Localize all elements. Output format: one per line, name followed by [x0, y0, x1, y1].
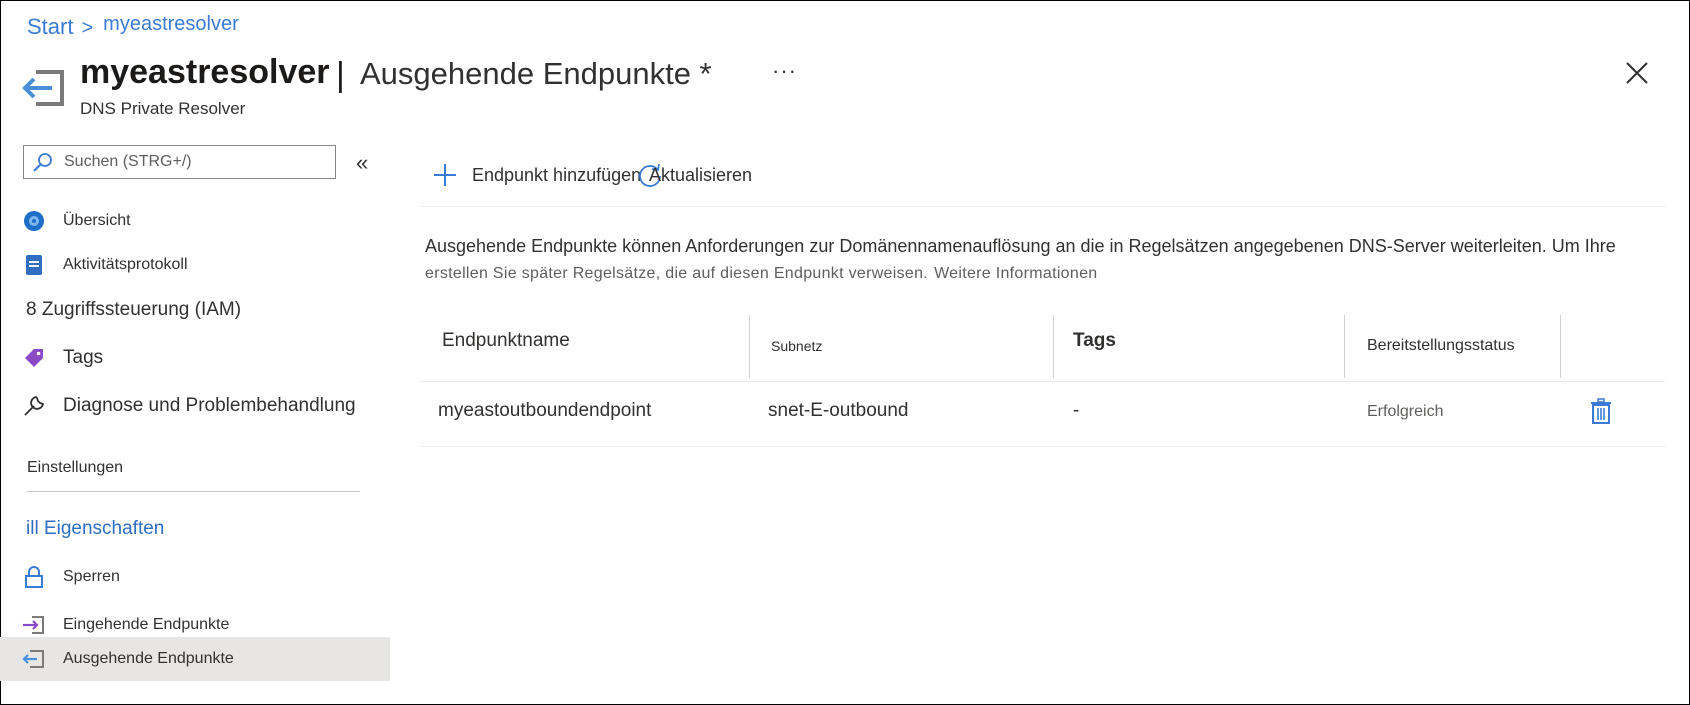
breadcrumb: Start > myeastresolver	[27, 13, 239, 40]
search-icon	[33, 153, 52, 172]
sidebar-item-label: Sperren	[63, 568, 120, 585]
sidebar-item-label: Ausgehende Endpunkte	[63, 650, 234, 667]
column-header-subnet[interactable]: Subnetz	[771, 338, 822, 354]
row-divider	[420, 446, 1665, 447]
outbound-endpoint-icon	[22, 650, 44, 668]
sidebar-item-iam[interactable]: 8 Zugriffssteuerung (IAM)	[0, 288, 390, 332]
sidebar-item-locks[interactable]: Sperren	[0, 555, 390, 599]
sidebar-item-tags[interactable]: Tags	[0, 336, 390, 380]
breadcrumb-resource[interactable]: myeastresolver	[103, 13, 239, 36]
overview-globe-icon	[24, 211, 44, 231]
sidebar-item-label: Eingehende Endpunkte	[63, 616, 230, 633]
learn-more-link[interactable]: Weitere Informationen	[934, 265, 1097, 282]
sidebar-item-diagnose[interactable]: Diagnose und Problembehandlung	[0, 384, 390, 428]
section-divider	[27, 491, 360, 492]
sidebar-item-label: Diagnose und Problembehandlung	[63, 395, 356, 416]
trash-icon[interactable]	[1590, 398, 1612, 424]
column-divider	[1344, 315, 1345, 378]
refresh-label: Aktualisieren	[649, 164, 753, 185]
resource-name: myeastresolver	[80, 53, 330, 91]
add-endpoint-label: Endpunkt hinzufügen	[472, 164, 642, 185]
sidebar-search	[23, 145, 336, 179]
tags-cell: -	[1073, 400, 1080, 421]
sidebar-item-outbound-endpoints[interactable]: Ausgehende Endpunkte	[0, 637, 390, 681]
header-row-divider	[420, 381, 1665, 382]
column-divider	[1560, 315, 1561, 378]
more-button[interactable]: ···	[772, 58, 797, 84]
inbound-endpoint-icon	[23, 616, 44, 634]
sidebar-item-label: ill Eigenschaften	[26, 518, 165, 539]
add-endpoint-button[interactable]: Endpunkt hinzufügen	[432, 162, 641, 188]
column-divider	[1053, 315, 1054, 378]
settings-section-label: Einstellungen	[27, 459, 124, 476]
toolbar-divider	[420, 206, 1665, 207]
collapse-sidebar-button[interactable]: «	[356, 150, 368, 176]
sidebar-item-properties[interactable]: ill Eigenschaften	[0, 507, 390, 551]
breadcrumb-separator: >	[81, 17, 94, 39]
activity-log-icon	[26, 255, 42, 275]
endpoint-name-cell: myeastoutboundendpoint	[438, 400, 652, 421]
column-divider	[749, 315, 750, 378]
wrench-icon	[24, 396, 44, 416]
breadcrumb-start[interactable]: Start	[27, 14, 73, 40]
resource-type: DNS Private Resolver	[80, 99, 246, 118]
status-cell: Erfolgreich	[1367, 403, 1444, 420]
column-header-name[interactable]: Endpunktname	[442, 330, 570, 352]
outbound-endpoint-icon	[22, 70, 64, 106]
column-header-tags[interactable]: Tags	[1073, 330, 1116, 352]
title-separator: |	[336, 56, 345, 94]
sidebar-item-activity-log[interactable]: Aktivitätsprotokoll	[0, 243, 390, 287]
description-text: erstellen Sie später Regelsätze, die auf…	[425, 265, 929, 282]
search-input[interactable]	[62, 152, 316, 172]
sidebar-item-overview[interactable]: Übersicht	[0, 199, 390, 243]
sidebar-item-label: 8 Zugriffssteuerung (IAM)	[26, 299, 242, 320]
subnet-link[interactable]: snet-E-outbound	[768, 400, 909, 422]
close-icon[interactable]	[1624, 60, 1650, 86]
description-line-2: erstellen Sie später Regelsätze, die auf…	[425, 265, 1097, 283]
tag-icon	[25, 349, 43, 367]
lock-icon	[25, 566, 43, 588]
column-header-status[interactable]: Bereitstellungsstatus	[1367, 337, 1515, 355]
refresh-button[interactable]: Aktualisieren	[637, 162, 752, 188]
page-title: Ausgehende Endpunkte *	[360, 56, 712, 91]
sidebar-item-label: Übersicht	[63, 212, 131, 229]
description-line-1: Ausgehende Endpunkte können Anforderunge…	[425, 236, 1616, 256]
sidebar-item-label: Tags	[63, 347, 104, 368]
plus-icon	[434, 164, 456, 186]
sidebar-item-label: Aktivitätsprotokoll	[63, 256, 188, 273]
